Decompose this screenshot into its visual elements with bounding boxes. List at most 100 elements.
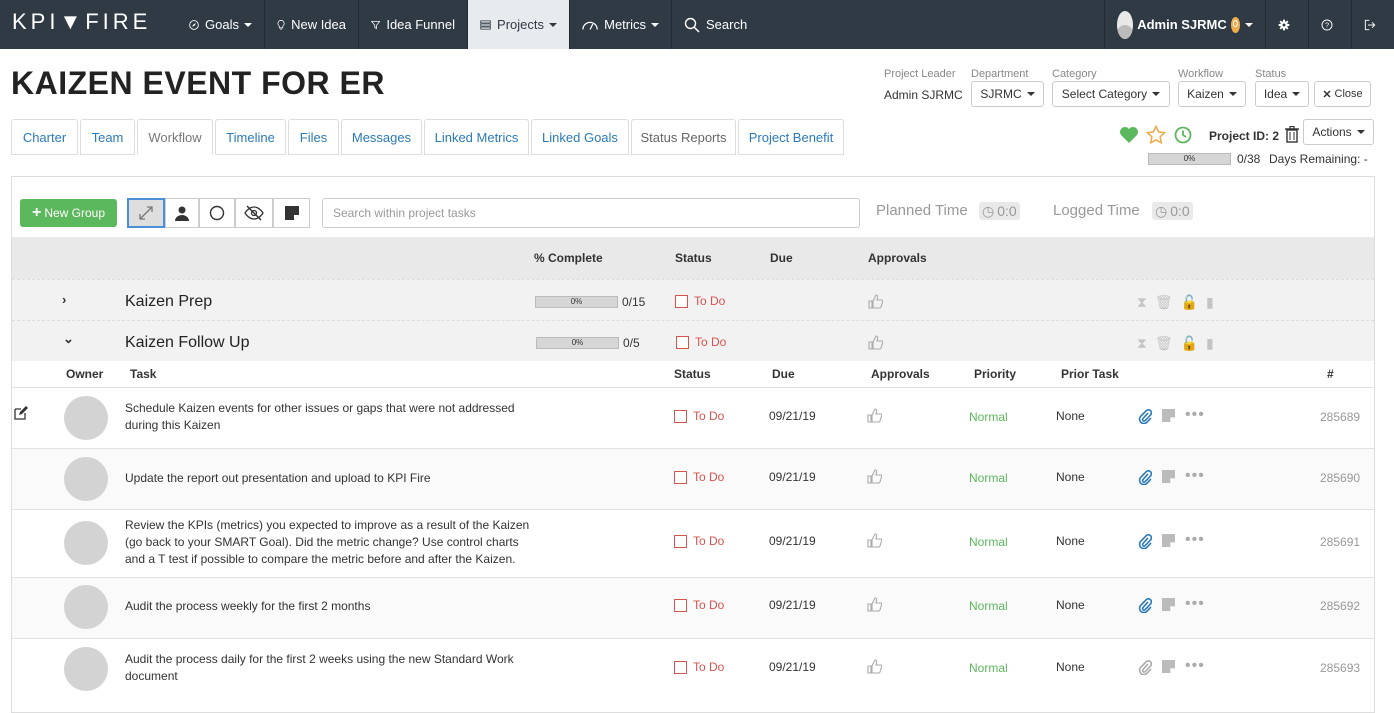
- sticky-note-icon[interactable]: [1162, 470, 1175, 483]
- group-status[interactable]: To Do: [675, 294, 725, 308]
- owner-avatar[interactable]: [64, 647, 108, 691]
- chevron-down-icon[interactable]: ⌄: [63, 331, 74, 347]
- task-due[interactable]: 09/21/19: [769, 598, 816, 612]
- trash-icon[interactable]: 🗑: [1155, 335, 1181, 351]
- paperclip-icon[interactable]: [1138, 469, 1152, 485]
- sticky-note-icon[interactable]: [1162, 660, 1175, 673]
- task-status[interactable]: To Do: [674, 534, 724, 548]
- thumbs-up-icon[interactable]: [867, 408, 882, 423]
- nav-goals[interactable]: Goals: [177, 0, 265, 49]
- thumbs-up-icon[interactable]: [867, 659, 882, 674]
- task-due[interactable]: 09/21/19: [769, 470, 816, 484]
- status-select[interactable]: Idea: [1255, 81, 1309, 107]
- tab-workflow[interactable]: Workflow: [137, 119, 213, 155]
- task-due[interactable]: 09/21/19: [769, 409, 816, 423]
- task-prior[interactable]: None: [1056, 660, 1085, 674]
- department-select[interactable]: SJRMC: [971, 81, 1044, 107]
- nav-metrics[interactable]: Metrics: [570, 0, 672, 49]
- help-button[interactable]: ?: [1309, 0, 1352, 49]
- sticky-note-icon[interactable]: [1162, 598, 1175, 611]
- tab-charter[interactable]: Charter: [11, 119, 78, 155]
- trash-icon[interactable]: 🗑: [1155, 294, 1181, 310]
- tab-status-reports[interactable]: Status Reports: [631, 119, 736, 155]
- workflow-select[interactable]: Kaizen: [1178, 81, 1246, 107]
- edit-icon[interactable]: [14, 406, 28, 420]
- owner-avatar[interactable]: [64, 521, 108, 565]
- star-icon[interactable]: [1146, 125, 1166, 145]
- table-row[interactable]: Schedule Kaizen events for other issues …: [12, 387, 1374, 448]
- tab-timeline[interactable]: Timeline: [215, 119, 286, 155]
- user-menu[interactable]: Admin SJRMC 0: [1104, 0, 1266, 49]
- close-button[interactable]: ✕ Close: [1314, 81, 1371, 107]
- group-status[interactable]: To Do: [676, 335, 726, 349]
- owner-avatar[interactable]: [64, 585, 108, 629]
- tab-team[interactable]: Team: [80, 119, 135, 155]
- task-due[interactable]: 09/21/19: [769, 534, 816, 548]
- task-text[interactable]: Audit the process weekly for the first 2…: [125, 598, 535, 615]
- chevron-right-icon[interactable]: ›: [62, 292, 66, 307]
- task-prior[interactable]: None: [1056, 470, 1085, 484]
- owner-avatar[interactable]: [64, 457, 108, 501]
- group-row[interactable]: › Kaizen Prep 0% 0/15 To Do ⧗🗑🔓▮: [12, 279, 1374, 320]
- task-text[interactable]: Review the KPIs (metrics) you expected t…: [125, 517, 535, 568]
- more-icon[interactable]: •••: [1185, 595, 1205, 613]
- paperclip-icon[interactable]: [1138, 659, 1152, 675]
- task-prior[interactable]: None: [1056, 534, 1085, 548]
- group-name[interactable]: Kaizen Prep: [125, 293, 212, 311]
- task-search-input[interactable]: Search within project tasks: [322, 198, 860, 228]
- more-icon[interactable]: •••: [1185, 406, 1205, 424]
- heart-icon[interactable]: [1119, 126, 1139, 144]
- tab-messages[interactable]: Messages: [341, 119, 422, 155]
- task-status[interactable]: To Do: [674, 598, 724, 612]
- group-name[interactable]: Kaizen Follow Up: [125, 334, 250, 352]
- task-priority[interactable]: Normal: [969, 599, 1008, 613]
- tab-project-benefit[interactable]: Project Benefit: [738, 119, 844, 155]
- logout-button[interactable]: [1352, 0, 1394, 49]
- task-priority[interactable]: Normal: [969, 410, 1008, 424]
- nav-idea-funnel[interactable]: Idea Funnel: [359, 0, 468, 49]
- settings-button[interactable]: [1266, 0, 1309, 49]
- group-actions[interactable]: ⧗🗑🔓▮: [1137, 294, 1222, 311]
- thumbs-up-icon[interactable]: [868, 294, 883, 309]
- thumbs-up-icon[interactable]: [867, 469, 882, 484]
- status-filter-button[interactable]: [199, 198, 235, 228]
- tab-linked-goals[interactable]: Linked Goals: [531, 119, 629, 155]
- logo[interactable]: KPI▼FIRE: [12, 9, 151, 35]
- lock-icon[interactable]: 🔓: [1181, 294, 1206, 310]
- thumbs-up-icon[interactable]: [867, 533, 882, 548]
- task-priority[interactable]: Normal: [969, 471, 1008, 485]
- nav-search[interactable]: Search: [672, 0, 762, 49]
- task-text[interactable]: Update the report out presentation and u…: [125, 470, 535, 487]
- tab-files[interactable]: Files: [288, 119, 339, 155]
- table-row[interactable]: Review the KPIs (metrics) you expected t…: [12, 509, 1374, 577]
- task-status[interactable]: To Do: [674, 470, 724, 484]
- more-icon[interactable]: •••: [1185, 467, 1205, 485]
- nav-new-idea[interactable]: New Idea: [265, 0, 359, 49]
- paperclip-icon[interactable]: [1138, 597, 1152, 613]
- more-icon[interactable]: •••: [1185, 531, 1205, 549]
- lock-icon[interactable]: 🔓: [1181, 335, 1206, 351]
- task-prior[interactable]: None: [1056, 598, 1085, 612]
- table-row[interactable]: Audit the process weekly for the first 2…: [12, 577, 1374, 638]
- new-group-button[interactable]: + New Group: [20, 199, 117, 227]
- task-due[interactable]: 09/21/19: [769, 660, 816, 674]
- sticky-note-icon[interactable]: [1162, 534, 1175, 547]
- copy-icon[interactable]: ▮: [1206, 335, 1222, 351]
- task-prior[interactable]: None: [1056, 409, 1085, 423]
- copy-icon[interactable]: ▮: [1206, 294, 1222, 310]
- expand-toggle[interactable]: [127, 198, 165, 228]
- group-actions[interactable]: ⧗🗑🔓▮: [1137, 335, 1222, 352]
- trash-icon[interactable]: [1285, 126, 1299, 143]
- hourglass-icon[interactable]: ⧗: [1137, 335, 1155, 351]
- nav-projects[interactable]: Projects: [468, 0, 570, 49]
- tab-linked-metrics[interactable]: Linked Metrics: [424, 119, 529, 155]
- hide-completed-button[interactable]: [235, 198, 273, 228]
- owner-filter-button[interactable]: [165, 198, 199, 228]
- clock-icon[interactable]: [1174, 126, 1192, 144]
- task-priority[interactable]: Normal: [969, 535, 1008, 549]
- task-text[interactable]: Schedule Kaizen events for other issues …: [125, 400, 535, 434]
- actions-button[interactable]: Actions: [1303, 119, 1374, 145]
- task-status[interactable]: To Do: [674, 409, 724, 423]
- task-status[interactable]: To Do: [674, 660, 724, 674]
- group-row[interactable]: ⌄ Kaizen Follow Up 0% 0/5 To Do ⧗🗑🔓▮: [12, 320, 1374, 361]
